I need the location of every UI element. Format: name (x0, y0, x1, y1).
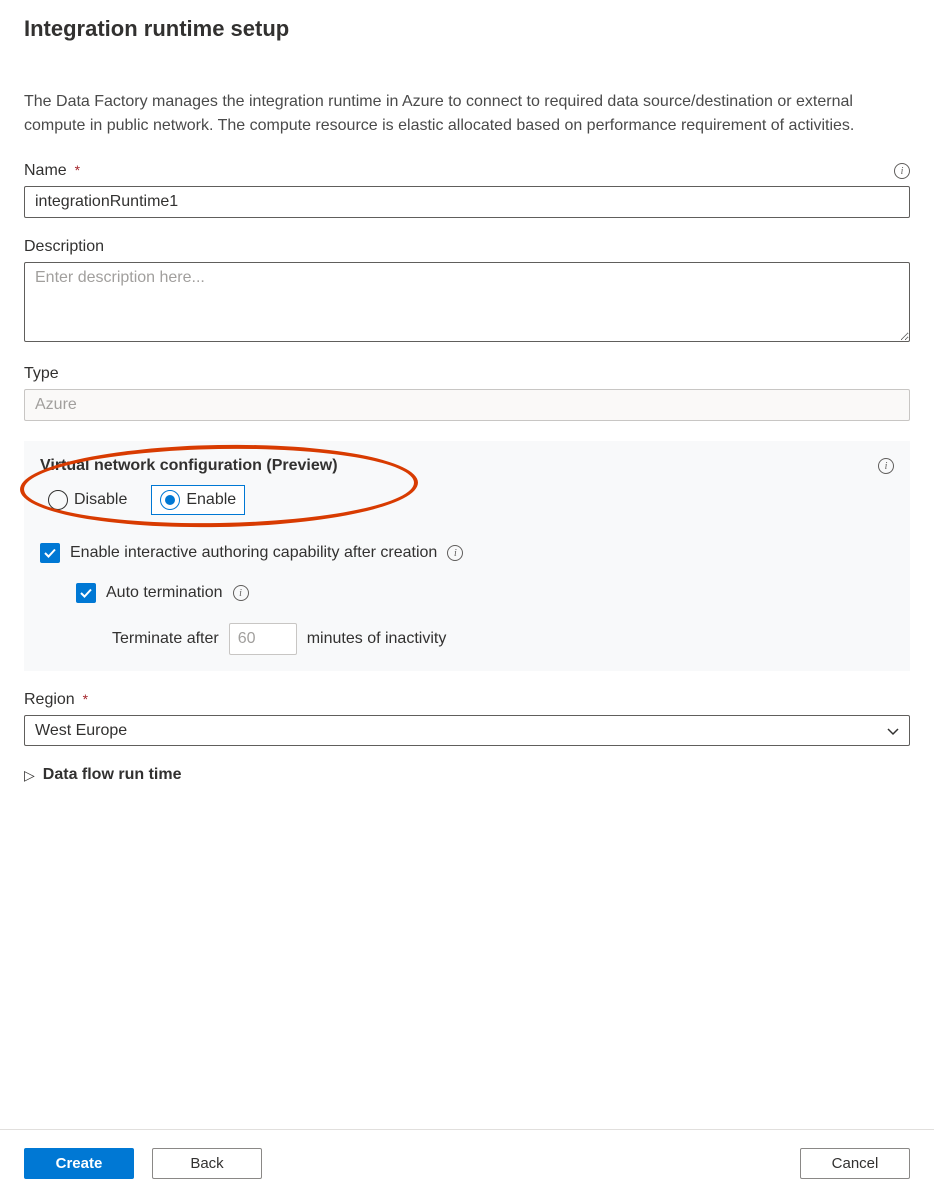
vnet-panel: Virtual network configuration (Preview) … (24, 441, 910, 671)
radio-icon (160, 490, 180, 510)
triangle-right-icon: ▷ (24, 767, 35, 784)
info-icon[interactable]: i (447, 545, 463, 561)
create-button[interactable]: Create (24, 1148, 134, 1179)
radio-disable-label: Disable (74, 491, 127, 509)
description-label: Description (24, 238, 104, 256)
back-button[interactable]: Back (152, 1148, 262, 1179)
enable-interactive-label: Enable interactive authoring capability … (70, 544, 437, 562)
data-flow-disclosure[interactable]: ▷ Data flow run time (24, 766, 910, 784)
name-label: Name (24, 162, 67, 179)
type-input (24, 389, 910, 421)
info-icon[interactable]: i (894, 163, 910, 179)
enable-interactive-checkbox-row: Enable interactive authoring capability … (40, 543, 894, 563)
vnet-title: Virtual network configuration (Preview) (40, 457, 338, 475)
auto-termination-checkbox[interactable] (76, 583, 96, 603)
data-flow-label: Data flow run time (43, 766, 182, 784)
region-select[interactable]: West Europe (24, 715, 910, 746)
type-label: Type (24, 365, 59, 383)
region-label: Region (24, 691, 75, 708)
radio-enable[interactable]: Enable (151, 485, 245, 515)
check-icon (79, 586, 93, 600)
cancel-button[interactable]: Cancel (800, 1148, 910, 1179)
radio-icon (48, 490, 68, 510)
name-input[interactable] (24, 186, 910, 218)
terminate-after-label-after: minutes of inactivity (307, 630, 447, 648)
radio-enable-label: Enable (186, 491, 236, 509)
radio-disable[interactable]: Disable (40, 486, 135, 514)
check-icon (43, 546, 57, 560)
info-icon[interactable]: i (878, 458, 894, 474)
auto-termination-checkbox-row: Auto termination i (76, 583, 894, 603)
info-icon[interactable]: i (233, 585, 249, 601)
terminate-after-input[interactable] (229, 623, 297, 655)
footer-bar: Create Back Cancel (0, 1129, 934, 1197)
description-input[interactable] (24, 262, 910, 342)
required-asterisk: * (83, 691, 88, 707)
required-asterisk: * (75, 162, 80, 178)
page-description: The Data Factory manages the integration… (24, 90, 910, 138)
terminate-after-label-before: Terminate after (112, 630, 219, 648)
auto-termination-label: Auto termination (106, 584, 223, 602)
page-title: Integration runtime setup (24, 16, 910, 42)
terminate-after-row: Terminate after minutes of inactivity (112, 623, 894, 655)
enable-interactive-checkbox[interactable] (40, 543, 60, 563)
